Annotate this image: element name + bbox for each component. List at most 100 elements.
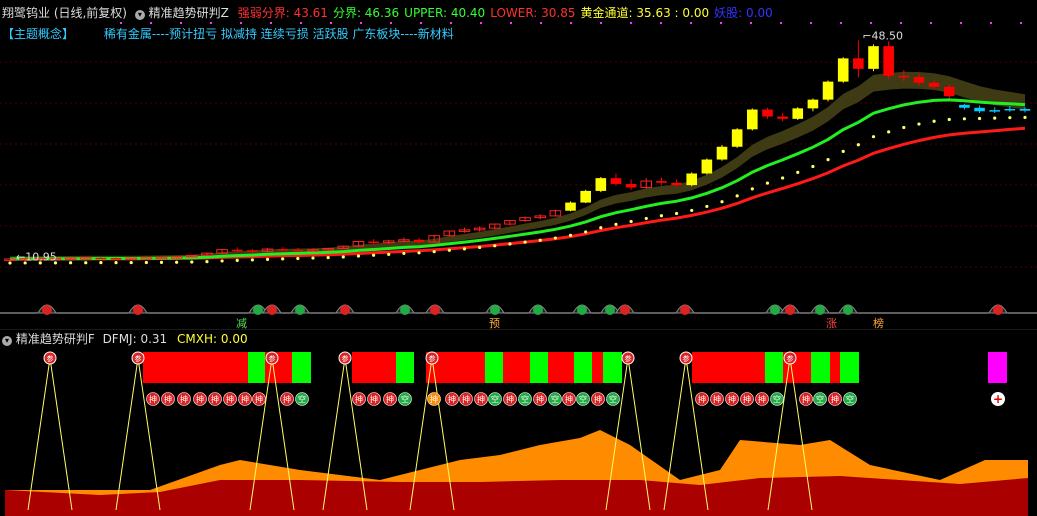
- gold-channel-dot: [765, 181, 770, 185]
- signal-char: 抻: [758, 394, 766, 404]
- signal-char: 抻: [831, 394, 839, 404]
- signal-char: 抻: [149, 394, 157, 404]
- signal-label-zhang: 涨: [826, 317, 837, 330]
- gold-channel-dot: [947, 117, 951, 122]
- signal-char: 抻: [743, 394, 751, 404]
- signal-char: 抻: [698, 394, 706, 404]
- candle-body: [777, 116, 788, 119]
- signal-dot: [720, 22, 722, 24]
- gold-channel-dot: [387, 252, 391, 256]
- candle-body: [656, 181, 667, 183]
- trend-band: [10, 71, 1025, 261]
- signal-char: 空: [521, 394, 529, 404]
- signal-dot: [300, 22, 302, 24]
- signal-block: [840, 352, 859, 383]
- gold-channel-dot: [1008, 116, 1012, 120]
- signal-dot: [660, 22, 662, 24]
- signal-char: 抻: [241, 394, 249, 404]
- ref-marker-label: 参: [787, 354, 794, 363]
- gold-channel-dot: [887, 130, 891, 134]
- gold-channel-dot: [341, 255, 345, 259]
- ref-marker-label: 参: [429, 354, 436, 363]
- lower-line: [9, 126, 1026, 261]
- gold-channel-dot: [523, 240, 527, 244]
- gold-channel-dot: [326, 255, 330, 260]
- candle-body: [595, 178, 607, 191]
- candle-body: [247, 250, 258, 252]
- gold-channel-dot: [356, 254, 361, 258]
- spike-line: [27, 357, 73, 511]
- signal-marker: [430, 305, 440, 315]
- gold-channel-dot: [265, 257, 270, 261]
- signal-char: 抻: [386, 394, 394, 404]
- signal-char: 抻: [462, 394, 470, 404]
- ref-marker-label: 参: [269, 354, 276, 363]
- gold-channel-dot: [311, 256, 315, 260]
- signal-block: [530, 352, 548, 383]
- magenta-block: [988, 352, 1007, 383]
- signal-char: 空: [579, 394, 587, 404]
- gold-channel-dot: [674, 211, 679, 216]
- gold-channel-dot: [902, 125, 906, 130]
- signal-char: 空: [491, 394, 499, 404]
- gold-channel-dot: [932, 119, 936, 123]
- gold-channel-dot: [599, 226, 603, 230]
- candle-body: [277, 249, 288, 251]
- signal-char: 抻: [506, 394, 514, 404]
- signal-dot: [480, 22, 482, 24]
- signal-block: [592, 352, 603, 383]
- signal-char: 抻: [164, 394, 172, 404]
- ref-marker-label: 参: [47, 354, 54, 363]
- candle-body: [413, 239, 425, 243]
- signal-char: 抻: [594, 394, 602, 404]
- gold-channel-dot: [84, 261, 88, 265]
- gold-channel-dot: [781, 176, 785, 180]
- signal-char: 空: [298, 394, 306, 404]
- gold-channel-dot: [432, 250, 436, 254]
- gold-channel-dot: [735, 194, 739, 198]
- sub-indicator-chart[interactable]: 参参参参参参参参抻抻抻抻抻抻抻抻抻空抻抻抻空抻抻抻抻空抻空抻空抻空抻空抻抻抻抻抻…: [0, 330, 1037, 516]
- signal-marker: [620, 305, 630, 315]
- signal-dot: [330, 22, 332, 24]
- candle-body: [686, 173, 698, 186]
- signal-marker: [42, 305, 52, 315]
- signal-char: 抻: [713, 394, 721, 404]
- gold-channel-dot: [1023, 115, 1027, 120]
- candle-body: [868, 46, 879, 69]
- candle-body: [1019, 108, 1031, 111]
- signal-char: 抻: [355, 394, 363, 404]
- signal-char: 抻: [430, 394, 438, 404]
- candle-body: [368, 241, 379, 244]
- signal-block: [692, 352, 765, 383]
- candle-body: [807, 99, 819, 109]
- signal-char: 抻: [802, 394, 810, 404]
- candle-body: [716, 146, 728, 160]
- signal-block: [396, 352, 414, 383]
- candle-body: [853, 58, 864, 69]
- gold-channel-dot: [371, 253, 376, 257]
- gold-channel-dot: [917, 122, 921, 126]
- gold-channel-dot: [993, 116, 997, 120]
- signal-char: 抻: [196, 394, 204, 404]
- candle-body: [913, 76, 925, 83]
- signal-marker: [133, 305, 143, 315]
- signal-marker: [993, 305, 1003, 315]
- signal-dot: [270, 22, 272, 24]
- gold-channel-dot: [8, 261, 12, 265]
- signal-dot: [510, 22, 512, 24]
- candle-body: [883, 46, 894, 76]
- low-price-label: ←10.95: [16, 251, 57, 264]
- signal-char: 抻: [226, 394, 234, 404]
- signal-dot: [990, 22, 992, 24]
- signal-dot: [390, 22, 392, 24]
- signal-char: 抻: [255, 394, 263, 404]
- signal-block: [248, 352, 265, 383]
- candle-body: [943, 86, 955, 97]
- candle-body: [747, 109, 758, 130]
- signal-block: [352, 352, 396, 383]
- signal-char: 抻: [448, 394, 456, 404]
- gold-channel-dot: [538, 238, 542, 242]
- price-chart[interactable]: ⌐48.50 ←10.95 减 预 涨 榜: [0, 0, 1037, 330]
- signal-marker: [770, 305, 780, 315]
- candle-body: [610, 178, 622, 184]
